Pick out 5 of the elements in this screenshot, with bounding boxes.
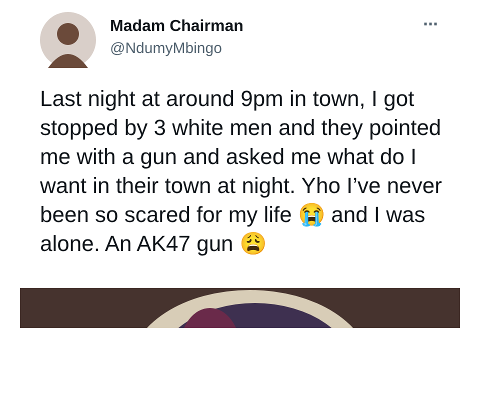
author-name[interactable]: Madam Chairman: [110, 18, 244, 36]
tweet-text: Last night at around 9pm in town, I got stopped by 3 white men and they pointed me with a gun and asked me what do I want in their town at night. Yho I’ve never been so scared for my life 😭 and I was alone. An AK47 gun 😩: [40, 85, 443, 258]
author-handle[interactable]: @NdumyMbingo: [110, 40, 244, 57]
avatar[interactable]: [40, 12, 96, 68]
more-button[interactable]: ···: [419, 14, 442, 35]
